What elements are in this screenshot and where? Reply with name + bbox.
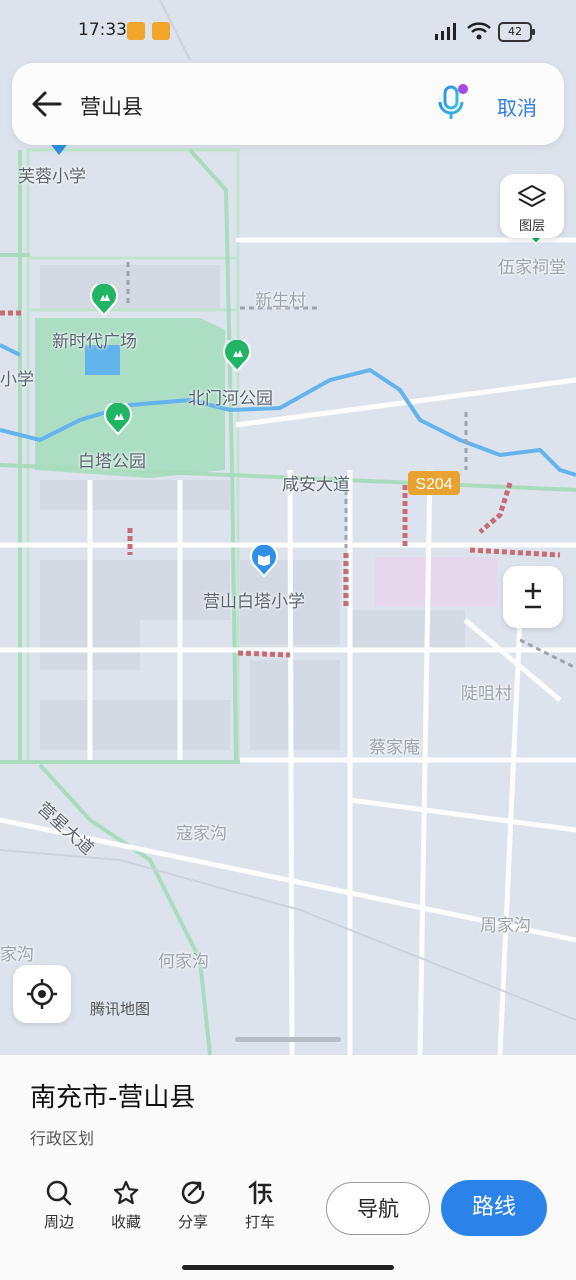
- place-title: 南充市-营山县: [30, 1083, 196, 1113]
- taxi-icon: [248, 1180, 273, 1205]
- map-label[interactable]: 新生村: [255, 286, 306, 311]
- map-label[interactable]: 家沟: [0, 940, 34, 965]
- park-pin-icon[interactable]: [90, 284, 118, 316]
- notification-icon: [127, 22, 145, 40]
- home-indicator[interactable]: [182, 1265, 394, 1270]
- locate-icon: [27, 979, 57, 1009]
- search-bar[interactable]: 营山县 取消: [12, 63, 564, 145]
- map-label[interactable]: 周家沟: [480, 911, 531, 936]
- wifi-icon: [467, 22, 491, 40]
- favorite-button[interactable]: 收藏: [98, 1179, 154, 1232]
- voice-mic-icon[interactable]: [435, 83, 469, 123]
- map-label[interactable]: 伍家祠堂: [498, 253, 566, 278]
- map-label[interactable]: 芙蓉小学: [18, 162, 86, 187]
- locate-me-button[interactable]: [13, 965, 71, 1023]
- map-label[interactable]: 新时代广场: [52, 327, 137, 352]
- zoom-button[interactable]: [503, 566, 563, 628]
- map-label[interactable]: 寇家沟: [176, 819, 227, 844]
- share-icon: [181, 1181, 205, 1204]
- notification-icon: [152, 22, 170, 40]
- school-pin-icon[interactable]: [250, 545, 278, 577]
- signal-icon: [435, 23, 456, 40]
- search-icon: [46, 1180, 72, 1206]
- map-label[interactable]: 陡咀村: [461, 679, 512, 704]
- action-label: 分享: [177, 1213, 208, 1231]
- back-arrow-icon[interactable]: [30, 87, 64, 121]
- sheet-drag-handle[interactable]: [235, 1037, 341, 1042]
- navigate-button[interactable]: 导航: [326, 1182, 430, 1235]
- place-category: 行政区划: [30, 1129, 95, 1148]
- layers-button[interactable]: 图层: [500, 174, 564, 238]
- action-label: 收藏: [110, 1213, 141, 1231]
- cancel-button[interactable]: 取消: [497, 92, 537, 121]
- road-badge: S204: [415, 476, 452, 493]
- place-sheet: 南充市-营山县 行政区划 周边 收藏 分享 打车 导航 路线: [0, 1055, 576, 1280]
- map-label[interactable]: 白塔公园: [78, 447, 146, 472]
- map-label[interactable]: 蔡家庵: [369, 733, 420, 758]
- route-button[interactable]: 路线: [441, 1180, 547, 1236]
- map-view[interactable]: S204 芙蓉小学 新生村 新时代广场 北门河公园 白塔公园 咸安大道 营山白塔…: [0, 0, 576, 1055]
- map-label[interactable]: 何家沟: [158, 947, 209, 972]
- map-label[interactable]: 营山白塔小学: [203, 587, 305, 612]
- map-graphics: S204: [0, 0, 576, 1055]
- battery-icon: 42: [498, 22, 535, 42]
- search-input[interactable]: 营山县: [80, 91, 143, 121]
- zoom-in-out-icon: [525, 583, 541, 609]
- layers-label: 图层: [518, 219, 545, 234]
- action-label: 打车: [244, 1213, 275, 1231]
- map-label[interactable]: 北门河公园: [188, 384, 273, 409]
- map-watermark: 腾讯地图: [90, 1000, 151, 1018]
- status-bar: 17:33 42: [0, 0, 576, 56]
- action-label: 周边: [43, 1213, 74, 1231]
- map-label[interactable]: 咸安大道: [282, 470, 350, 495]
- nearby-button[interactable]: 周边: [31, 1179, 87, 1232]
- taxi-button[interactable]: 打车: [232, 1179, 288, 1232]
- status-time: 17:33: [78, 20, 127, 40]
- layers-icon: [518, 185, 546, 207]
- share-button[interactable]: 分享: [165, 1179, 221, 1232]
- star-icon: [113, 1180, 139, 1205]
- map-label[interactable]: 小学: [0, 365, 34, 390]
- park-pin-icon[interactable]: [223, 340, 251, 372]
- park-pin-icon[interactable]: [104, 403, 132, 435]
